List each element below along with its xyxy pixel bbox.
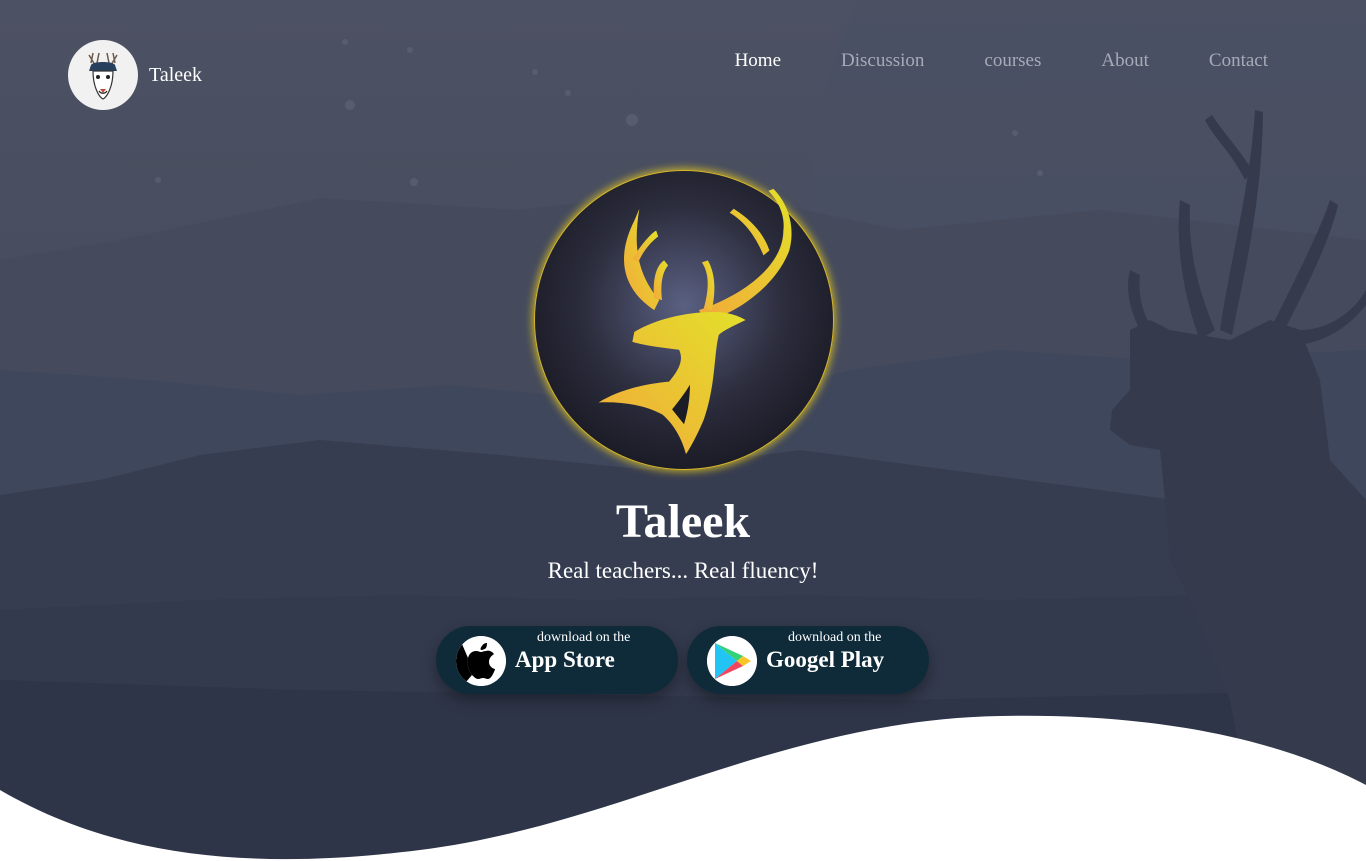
- app-store-button[interactable]: download on the App Store: [436, 626, 678, 694]
- nav-item-discussion[interactable]: Discussion: [841, 50, 924, 72]
- nav-item-contact[interactable]: Contact: [1209, 50, 1268, 72]
- main-nav: Home Discussion courses About Contact: [675, 50, 1268, 72]
- brand-link[interactable]: Taleek: [68, 40, 202, 110]
- nav-item-about[interactable]: About: [1101, 50, 1149, 72]
- app-store-small-label: download on the: [537, 630, 631, 645]
- deer-logo-icon: [68, 40, 138, 110]
- google-play-icon: [707, 636, 757, 686]
- app-store-label: App Store: [515, 647, 615, 672]
- apple-icon: [456, 636, 506, 686]
- golden-deer-icon: [598, 188, 792, 455]
- hero-logo: [534, 170, 834, 470]
- brand-name: Taleek: [149, 63, 203, 86]
- google-play-small-label: download on the: [788, 630, 882, 645]
- nav-item-home[interactable]: Home: [735, 50, 781, 72]
- tagline: Real teachers... Real fluency!: [547, 558, 819, 583]
- hero-section: Taleek Home Discussion courses About Con…: [0, 0, 1366, 861]
- google-play-button[interactable]: download on the Googel Play: [687, 626, 929, 694]
- nav-item-courses[interactable]: courses: [984, 50, 1041, 72]
- page-title: Taleek: [615, 495, 751, 548]
- google-play-label: Googel Play: [766, 647, 885, 672]
